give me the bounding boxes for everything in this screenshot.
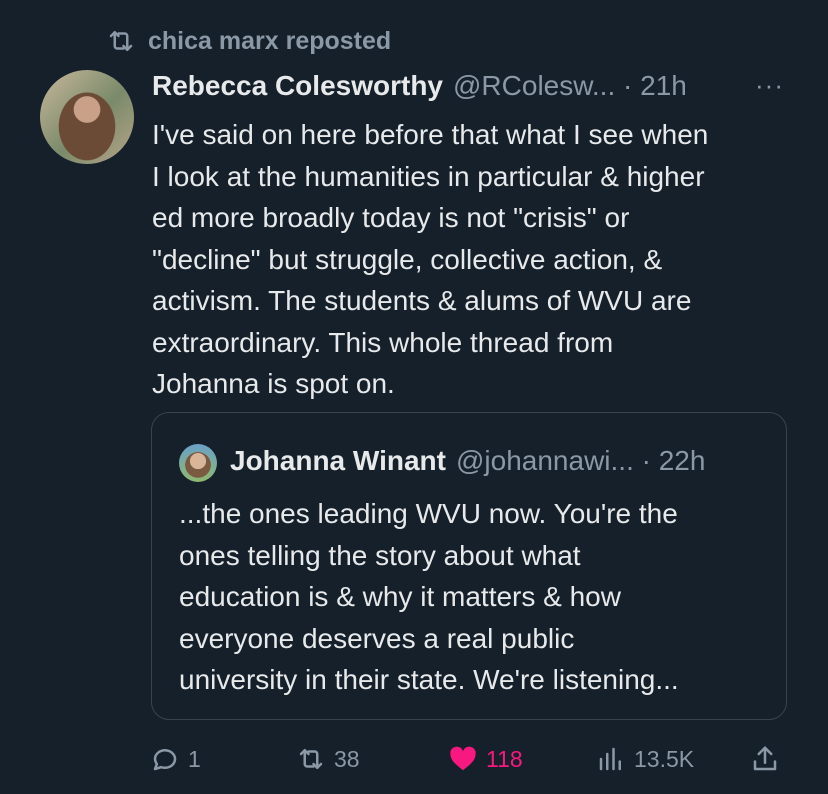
heart-icon (450, 746, 476, 771)
repost-button[interactable]: 38 (296, 738, 360, 780)
share-button[interactable] (750, 738, 780, 780)
action-bar: 1 38 118 13.5K (150, 738, 790, 780)
tweet-text: I've said on here before that what I see… (152, 119, 709, 399)
author-handle-time[interactable]: @RColesw... · 21h (453, 70, 687, 102)
quoted-tweet-header: Johanna Winant @johannawi... · 22h (230, 441, 705, 481)
share-icon (753, 746, 777, 771)
quoted-tweet-text: ...the ones leading WVU now. You're the … (179, 498, 679, 695)
like-button[interactable]: 118 (448, 738, 523, 780)
author-avatar[interactable] (40, 70, 134, 164)
reply-button[interactable]: 1 (150, 738, 201, 780)
like-count: 118 (486, 745, 523, 772)
views-button[interactable]: 13.5K (596, 738, 694, 780)
repost-indicator[interactable]: chica marx reposted (104, 24, 391, 58)
author-name[interactable]: Rebecca Colesworthy (152, 70, 443, 102)
more-options-icon[interactable]: ··· (755, 70, 784, 101)
bar-chart-icon (599, 747, 621, 771)
views-count: 13.5K (634, 745, 695, 772)
repost-icon (299, 749, 323, 769)
repost-count: 38 (334, 745, 360, 772)
reply-icon (153, 749, 177, 771)
repost-text: chica marx reposted (148, 26, 392, 55)
quoted-author-handle-time: @johannawi... · 22h (455, 445, 706, 476)
reply-count: 1 (188, 745, 201, 772)
quoted-author-name: Johanna Winant (230, 445, 446, 476)
quoted-author-avatar (179, 444, 217, 482)
tweet-header: Rebecca Colesworthy @RColesw... · 21h ··… (152, 66, 792, 106)
repost-icon (109, 31, 133, 51)
quoted-tweet[interactable]: Johanna Winant @johannawi... · 22h ...th… (151, 412, 787, 720)
